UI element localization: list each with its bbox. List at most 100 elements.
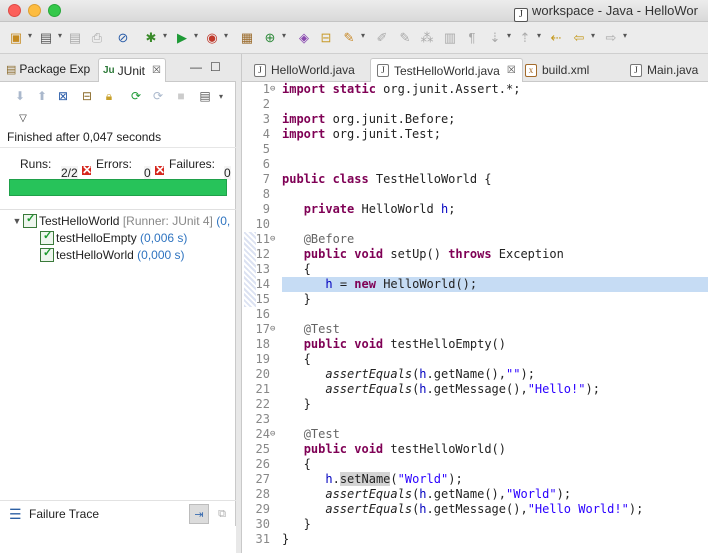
code-line[interactable]: 11 ⊖ @Before — [242, 232, 708, 247]
line-number: 22 — [255, 397, 270, 411]
code-line[interactable]: 23 — [242, 412, 708, 427]
external-tools-icon[interactable]: ◉ — [203, 28, 228, 46]
next-failure-icon[interactable]: ⬇ — [12, 88, 28, 104]
search-icon[interactable]: ✎ — [340, 28, 365, 46]
rerun-test-icon[interactable]: ⟳ — [128, 88, 144, 104]
open-task-icon[interactable]: ⊟ — [317, 28, 335, 46]
compare-results-icon[interactable]: ⧉ — [214, 506, 230, 522]
code-line[interactable]: 13 { — [242, 262, 708, 277]
code-line[interactable]: 3 import org.junit.Before; — [242, 112, 708, 127]
failures-label: Failures: — [169, 157, 216, 171]
code-text: } — [282, 517, 311, 531]
close-tab-icon[interactable]: ☒ — [507, 65, 516, 76]
forward-icon[interactable]: ⇨ — [602, 28, 627, 46]
failure-trace-header: ☰ Failure Trace ⇥ ⧉ — [0, 500, 236, 526]
zoom-window-button[interactable] — [48, 4, 61, 17]
tab-build-xml[interactable]: x build.xml — [525, 59, 589, 81]
test-tree-item[interactable]: testHelloWorld (0,000 s) — [0, 246, 236, 263]
code-line[interactable]: 1 ⊖ import static org.junit.Assert.*; — [242, 82, 708, 97]
previous-failure-icon[interactable]: ⬆ — [34, 88, 50, 104]
code-line[interactable]: 20 assertEquals(h.getName(),""); — [242, 367, 708, 382]
code-line[interactable]: 22 } — [242, 397, 708, 412]
code-text: } — [282, 292, 311, 306]
tab-package-explorer[interactable]: ▤ Package Exp — [6, 58, 90, 80]
code-line[interactable]: 9 private HelloWorld h; — [242, 202, 708, 217]
stop-icon[interactable]: ■ — [173, 88, 189, 104]
failure-trace-area — [0, 526, 236, 553]
debug-icon[interactable]: ✱ — [142, 28, 167, 46]
code-area[interactable]: 1 ⊖ import static org.junit.Assert.*; 2 3 imp… — [242, 82, 708, 547]
code-line[interactable]: 21 assertEquals(h.getMessage(),"Hello!")… — [242, 382, 708, 397]
code-text: @Test — [303, 427, 340, 441]
code-line[interactable]: 31} — [242, 532, 708, 547]
run-icon[interactable]: ▶ — [173, 28, 198, 46]
new-icon[interactable]: ▣ — [7, 28, 32, 46]
scroll-lock-icon[interactable]: ⊟ — [79, 88, 95, 104]
code-line[interactable]: 5 — [242, 142, 708, 157]
whitespace-icon[interactable]: ▥ — [441, 28, 459, 46]
annotation-icon[interactable]: ✎ — [396, 28, 414, 46]
lock-icon[interactable]: 🔒︎ — [101, 88, 117, 104]
new-java-project-icon[interactable]: ▦ — [238, 28, 256, 46]
last-edit-icon[interactable]: ⇠ — [547, 28, 565, 46]
fold-toggle-icon[interactable]: ⊖ — [270, 427, 280, 442]
new-class-icon[interactable]: ⊕ — [261, 28, 286, 46]
test-tree-item[interactable]: testHelloEmpty (0,006 s) — [0, 229, 236, 246]
code-text: import org.junit.Before; — [282, 112, 456, 126]
code-line[interactable]: 28 assertEquals(h.getName(),"World"); — [242, 487, 708, 502]
save-icon[interactable]: ▤ — [37, 28, 62, 46]
code-line[interactable]: 27 h.setName("World"); — [242, 472, 708, 487]
code-line[interactable]: 4 import org.junit.Test; — [242, 127, 708, 142]
maximize-view-icon[interactable]: ☐ — [210, 60, 221, 74]
open-type-icon[interactable]: ◈ — [295, 28, 313, 46]
code-line[interactable]: 12 public void setUp() throws Exception — [242, 247, 708, 262]
next-annotation-icon[interactable]: ⇣ — [486, 28, 511, 46]
code-line[interactable]: 7 public class TestHelloWorld { — [242, 172, 708, 187]
fold-toggle-icon[interactable]: ⊖ — [270, 322, 280, 337]
history-icon[interactable]: ▤ — [197, 88, 213, 104]
print-icon[interactable]: ⎙ — [88, 28, 106, 46]
test-tree-root[interactable]: ▼ TestHelloWorld [Runner: JUnit 4] (0, — [0, 212, 236, 229]
code-line[interactable]: 19 { — [242, 352, 708, 367]
back-icon[interactable]: ⇦ — [570, 28, 595, 46]
line-number: 23 — [255, 412, 270, 426]
line-number: 10 — [255, 217, 270, 231]
fold-toggle-icon[interactable]: ⊖ — [270, 82, 280, 97]
code-line[interactable]: 18 public void testHelloEmpty() — [242, 337, 708, 352]
code-line[interactable]: 17 ⊖ @Test — [242, 322, 708, 337]
line-number: 2 — [262, 97, 270, 111]
save-all-icon[interactable]: ▤ — [66, 28, 84, 46]
code-line[interactable]: 24 ⊖ @Test — [242, 427, 708, 442]
code-line[interactable]: 16 — [242, 307, 708, 322]
close-window-button[interactable] — [8, 4, 21, 17]
fold-toggle-icon[interactable]: ⊖ — [270, 232, 280, 247]
expand-arrow-icon[interactable]: ▼ — [11, 216, 23, 226]
code-line[interactable]: 6 — [242, 157, 708, 172]
toggle-mark-occurrences-icon[interactable]: ✐ — [373, 28, 391, 46]
view-menu-icon[interactable]: ▽ — [15, 110, 31, 126]
tab-main-java[interactable]: J Main.java — [630, 59, 698, 81]
history-dropdown-icon[interactable]: ▾ — [213, 88, 229, 104]
code-line[interactable]: 10 — [242, 217, 708, 232]
minimize-window-button[interactable] — [28, 4, 41, 17]
code-line[interactable]: 15 } — [242, 292, 708, 307]
code-line[interactable]: 30 } — [242, 517, 708, 532]
code-line[interactable]: 2 — [242, 97, 708, 112]
code-line[interactable]: 25 public void testHelloWorld() — [242, 442, 708, 457]
tab-helloworld-java[interactable]: J HelloWorld.java — [254, 59, 355, 81]
skip-breakpoints-icon[interactable]: ⊘ — [114, 28, 132, 46]
close-tab-icon[interactable]: ☒ — [152, 65, 161, 76]
minimize-view-icon[interactable]: — — [190, 60, 202, 74]
paragraph-icon[interactable]: ¶ — [463, 28, 481, 46]
prev-annotation-icon[interactable]: ⇡ — [516, 28, 541, 46]
block-select-icon[interactable]: ⁂ — [418, 28, 436, 46]
code-line[interactable]: 8 — [242, 187, 708, 202]
rerun-failed-first-icon[interactable]: ⟳ — [150, 88, 166, 104]
code-line[interactable]: 26 { — [242, 457, 708, 472]
tab-junit[interactable]: Ju JUnit ☒ — [98, 58, 166, 82]
show-failures-only-icon[interactable]: ⊠ — [55, 88, 71, 104]
tab-testhelloworld-java[interactable]: J TestHelloWorld.java ☒ — [370, 58, 523, 82]
code-line[interactable]: 29 assertEquals(h.getMessage(),"Hello Wo… — [242, 502, 708, 517]
code-line[interactable]: 14 h = new HelloWorld(); — [242, 277, 708, 292]
filter-stack-trace-icon[interactable]: ⇥ — [189, 504, 209, 524]
